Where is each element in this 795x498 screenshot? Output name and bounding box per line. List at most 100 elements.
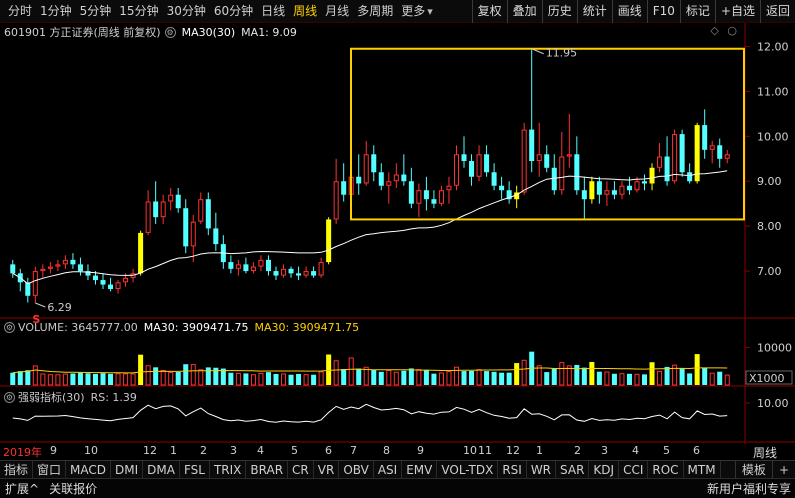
indicator-tab[interactable]: VR bbox=[314, 460, 340, 479]
volume-bar bbox=[484, 371, 490, 385]
volume-bar bbox=[138, 354, 144, 385]
candle bbox=[506, 181, 512, 204]
volume-bar bbox=[574, 364, 580, 385]
status-bar: 扩展^ 关联报价 新用户福利专享 bbox=[0, 478, 795, 498]
indicator-tab[interactable]: EMV bbox=[402, 460, 438, 479]
indicator-tab[interactable]: CCI bbox=[619, 460, 649, 479]
volume-bar bbox=[378, 371, 384, 385]
indicator-tab[interactable]: DMA bbox=[143, 460, 180, 479]
candle bbox=[423, 176, 429, 211]
candle bbox=[115, 280, 121, 294]
add-tab-button[interactable]: + bbox=[771, 461, 795, 479]
indicator-tab[interactable]: VOL-TDX bbox=[437, 460, 499, 479]
volume-bar bbox=[32, 365, 38, 386]
volume-info: ⚙ VOLUME: 3645777.00 MA30: 3909471.75 MA… bbox=[4, 321, 359, 334]
candle bbox=[521, 122, 527, 195]
candle bbox=[190, 214, 196, 263]
candle bbox=[401, 154, 407, 186]
time-label: 9 bbox=[417, 444, 424, 457]
volume-bar bbox=[17, 371, 23, 385]
volume-bar bbox=[461, 371, 467, 385]
candle bbox=[228, 255, 234, 274]
volume-axis-label: 10000 bbox=[757, 341, 792, 354]
time-label: 1 bbox=[536, 444, 543, 457]
candle bbox=[183, 199, 189, 254]
volume-bar bbox=[687, 373, 693, 385]
kline-chart[interactable]: 12.0011.0010.009.008.007.00 11.956.29S 1… bbox=[0, 0, 795, 444]
candle bbox=[371, 145, 377, 182]
time-label: 10 bbox=[463, 444, 477, 457]
time-label: 2 bbox=[574, 444, 581, 457]
indicator-tab[interactable]: FSL bbox=[180, 460, 210, 479]
indicator-tab[interactable]: BRAR bbox=[246, 460, 289, 479]
volume-bar bbox=[371, 370, 377, 385]
volume-bar bbox=[589, 361, 595, 385]
indicator-tab[interactable]: ROC bbox=[648, 460, 684, 479]
indicator-tab[interactable]: KDJ bbox=[589, 460, 620, 479]
volume-bar bbox=[341, 368, 347, 385]
indicator-tab[interactable]: ASI bbox=[374, 460, 403, 479]
volume-bar bbox=[611, 373, 617, 385]
indicator-tab[interactable]: SAR bbox=[556, 460, 590, 479]
volume-bar bbox=[356, 368, 362, 385]
price-label: 11.00 bbox=[757, 85, 789, 98]
candle bbox=[461, 136, 467, 168]
volume-bar bbox=[115, 373, 121, 386]
volume-bar bbox=[258, 372, 264, 386]
candle bbox=[536, 122, 542, 177]
volume-bar bbox=[386, 370, 392, 386]
indicator-tab[interactable]: RSI bbox=[498, 460, 527, 479]
candle bbox=[363, 140, 369, 186]
candle bbox=[311, 266, 317, 278]
indicator-tab[interactable]: CR bbox=[288, 460, 314, 479]
volume-bar bbox=[47, 374, 53, 386]
candle bbox=[393, 163, 399, 188]
volume-bar bbox=[77, 372, 83, 385]
price-label: 10.00 bbox=[757, 130, 789, 143]
candle bbox=[386, 172, 392, 204]
indicator-tab-right: 模板 + bbox=[734, 461, 795, 479]
indicator-tab[interactable]: MACD bbox=[66, 460, 112, 479]
volume-bar bbox=[288, 374, 294, 385]
settings-icon[interactable]: ⚙ bbox=[4, 322, 15, 333]
volume-bar bbox=[40, 373, 46, 386]
candle bbox=[544, 145, 550, 173]
volume-bar bbox=[130, 373, 136, 386]
volume-bar bbox=[717, 371, 723, 385]
candle bbox=[25, 277, 31, 303]
candle bbox=[408, 167, 414, 209]
candle bbox=[145, 190, 151, 236]
indicator-tab[interactable]: OBV bbox=[339, 460, 374, 479]
volume-bar bbox=[160, 369, 166, 386]
status-link[interactable]: 关联报价 bbox=[44, 479, 102, 498]
candle bbox=[250, 262, 256, 274]
period-indicator[interactable]: 周线 bbox=[753, 444, 777, 461]
indicator-tab[interactable]: 指标 bbox=[0, 460, 34, 479]
volume-bar bbox=[702, 367, 708, 385]
volume-bar bbox=[476, 369, 482, 386]
candle bbox=[589, 176, 595, 204]
indicator-tab[interactable]: DMI bbox=[111, 460, 144, 479]
candle bbox=[657, 143, 663, 173]
status-link[interactable]: 扩展^ bbox=[0, 479, 44, 498]
indicator-tab[interactable]: MTM bbox=[684, 460, 721, 479]
indicator-tab[interactable]: TRIX bbox=[210, 460, 247, 479]
volume-bar bbox=[123, 373, 129, 386]
volume-bar bbox=[393, 371, 399, 386]
time-label: 12 bbox=[143, 444, 157, 457]
indicator-tab[interactable]: WR bbox=[527, 460, 557, 479]
template-button[interactable]: 模板 bbox=[734, 461, 772, 479]
candle bbox=[273, 266, 279, 281]
volume-bar bbox=[333, 360, 339, 386]
volume-ma-yellow: MA30: 3909471.75 bbox=[254, 321, 360, 334]
indicator-tab[interactable]: 窗口 bbox=[33, 460, 67, 479]
candle bbox=[356, 154, 362, 195]
settings-icon[interactable]: ⚙ bbox=[4, 391, 15, 403]
promo-link[interactable]: 新用户福利专享 bbox=[707, 479, 791, 498]
candle bbox=[529, 48, 535, 173]
volume-bar bbox=[235, 372, 241, 386]
candle bbox=[514, 185, 520, 209]
volume-bar bbox=[10, 372, 16, 385]
candle bbox=[559, 131, 565, 195]
candle bbox=[318, 257, 324, 278]
